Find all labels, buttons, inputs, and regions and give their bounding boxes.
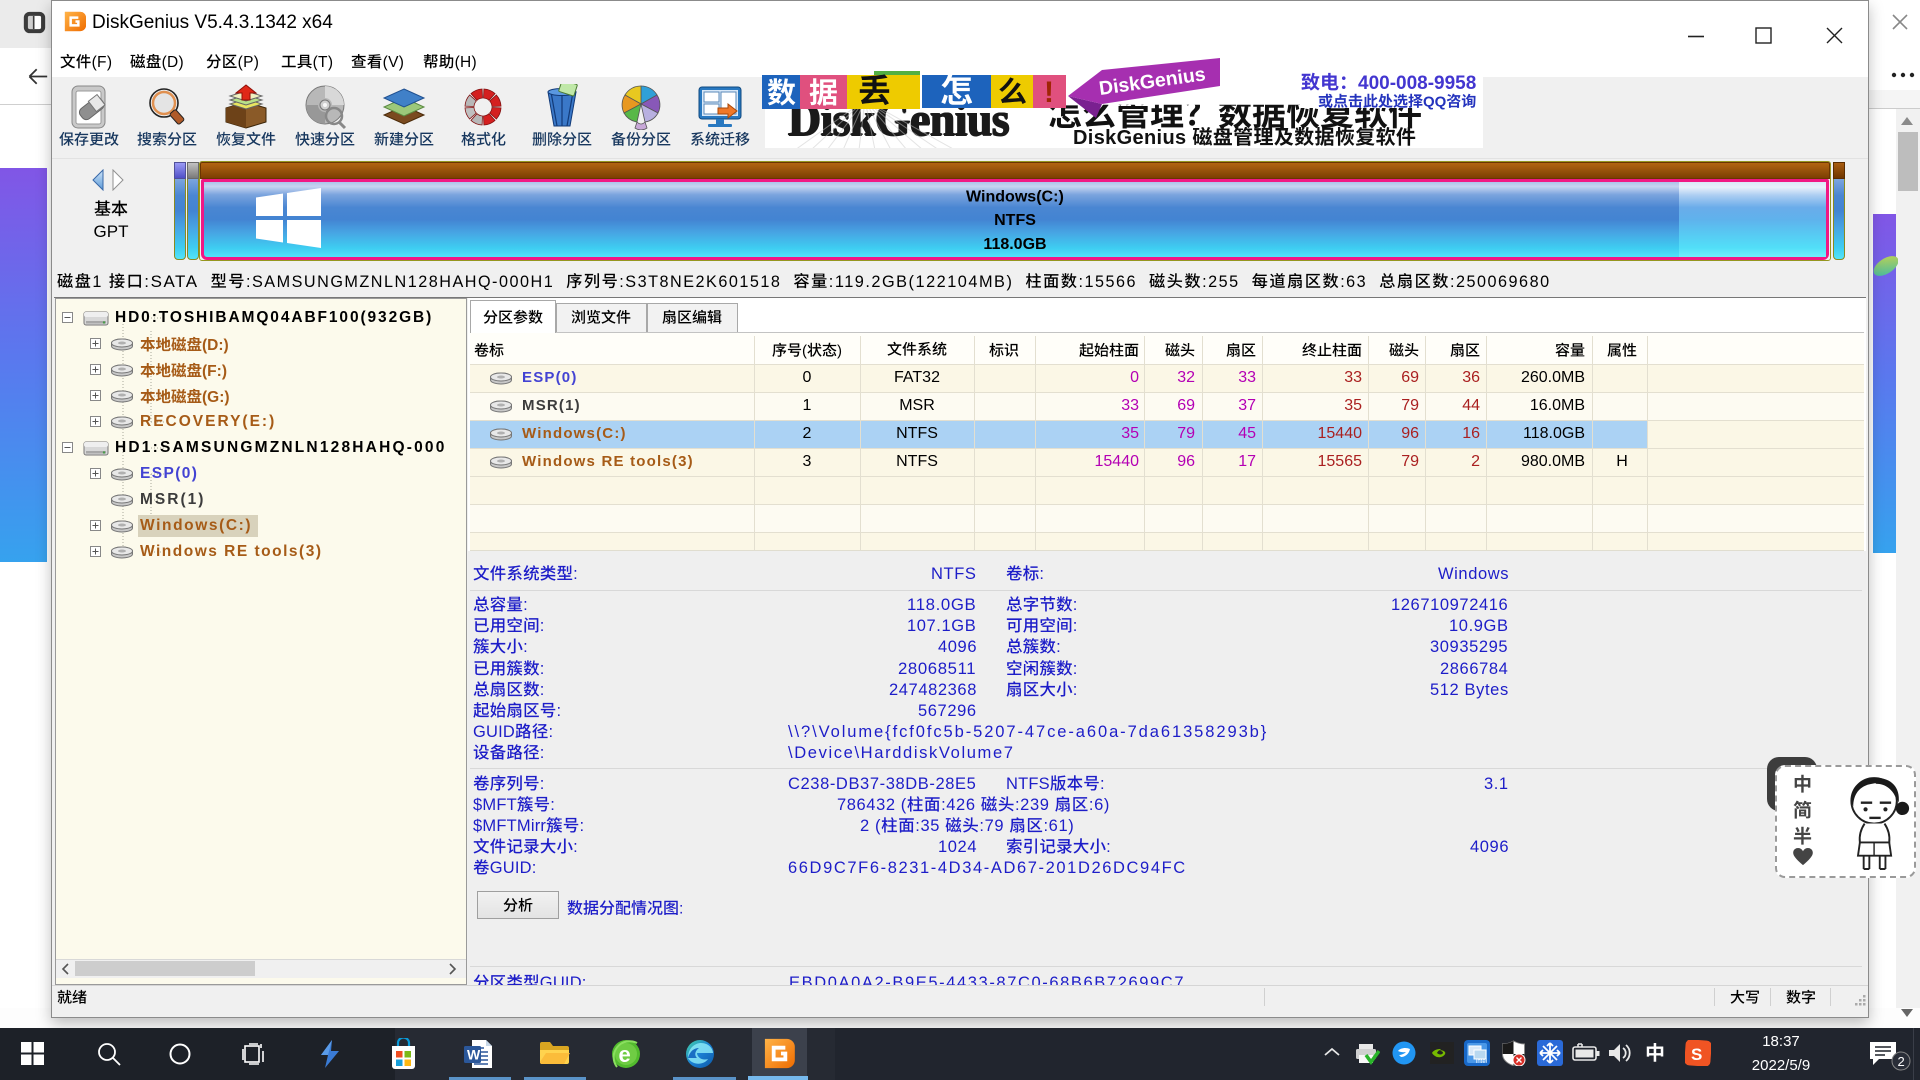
svg-text::426: :426	[941, 796, 976, 814]
svg-text::: :	[1073, 596, 1078, 614]
svg-text::: :	[1073, 617, 1078, 635]
svg-text::SAMSUNGMZNLN128HAHQ-000H1: :SAMSUNGMZNLN128HAHQ-000H1	[246, 273, 554, 291]
svg-text::: :	[1056, 638, 1061, 656]
svg-text:4096: 4096	[938, 638, 977, 656]
svg-text:(: (	[802, 342, 807, 359]
svg-text:(T): (T)	[313, 54, 334, 71]
svg-text:W: W	[467, 1047, 481, 1063]
svg-text:512 Bytes: 512 Bytes	[1430, 681, 1509, 699]
svg-text:2: 2	[1898, 1054, 1905, 1069]
svg-text:1: 1	[92, 273, 103, 291]
svg-text::SATA: :SATA	[144, 273, 198, 291]
svg-text::S3T8NE2K601518: :S3T8NE2K601518	[619, 273, 781, 291]
svg-text:(D): (D)	[162, 54, 184, 71]
svg-text::: :	[523, 596, 528, 614]
svg-text:(F): (F)	[92, 54, 113, 71]
svg-text:(H): (H)	[455, 54, 477, 71]
svg-text:GUID:: GUID:	[490, 859, 537, 877]
svg-text:3.1: 3.1	[1484, 775, 1509, 793]
svg-text:66D9C7F6-8231-4D34-AD67-201D26: 66D9C7F6-8231-4D34-AD67-201D26DC94FC	[788, 859, 1187, 877]
svg-text:DiskGenius: DiskGenius	[1073, 127, 1187, 149]
svg-text:247482368: 247482368	[889, 681, 977, 699]
svg-text::: :	[573, 565, 578, 583]
svg-text:): )	[837, 342, 842, 359]
svg-text::35: :35	[915, 817, 940, 835]
svg-text::79: :79	[979, 817, 1004, 835]
svg-text::: :	[1073, 681, 1078, 699]
svg-text::: :	[679, 901, 683, 918]
svg-text::61): :61)	[1044, 817, 1075, 835]
svg-text::: :	[540, 744, 545, 762]
svg-text::63: :63	[1340, 273, 1367, 291]
svg-text:Windows: Windows	[1438, 565, 1509, 583]
svg-text:4096: 4096	[1470, 838, 1509, 856]
svg-text::: :	[540, 660, 545, 678]
svg-text:30935295: 30935295	[1430, 638, 1508, 656]
svg-text::255: :255	[1202, 273, 1240, 291]
svg-text:126710972416: 126710972416	[1391, 596, 1508, 614]
svg-text:NTFS: NTFS	[1006, 775, 1050, 793]
svg-text:(V): (V)	[383, 54, 405, 71]
svg-text:(P): (P)	[238, 54, 260, 71]
svg-text:1024: 1024	[938, 838, 977, 856]
svg-text::6): :6)	[1089, 796, 1110, 814]
svg-text:e: e	[619, 1042, 631, 1067]
svg-text:Windows(C:): Windows(C:)	[966, 189, 1064, 206]
svg-text::: :	[523, 638, 528, 656]
svg-text:118.0GB: 118.0GB	[907, 596, 976, 614]
svg-text::: :	[1106, 838, 1111, 856]
svg-text::250069680: :250069680	[1450, 273, 1551, 291]
svg-text:C238-DB37-38DB-28E5: C238-DB37-38DB-28E5	[788, 775, 976, 793]
svg-text::239: :239	[1015, 796, 1050, 814]
svg-text:GUID: GUID	[473, 723, 515, 741]
svg-text:NTFS: NTFS	[931, 565, 977, 583]
svg-text:(D:): (D:)	[202, 337, 229, 354]
svg-text:(G:): (G:)	[202, 389, 230, 406]
svg-text:(F:): (F:)	[202, 363, 227, 380]
svg-text:10.9GB: 10.9GB	[1449, 617, 1509, 635]
svg-text:$MFTMirr: $MFTMirr	[473, 817, 546, 835]
svg-text:2 (: 2 (	[860, 817, 881, 835]
svg-text::15566: :15566	[1079, 273, 1138, 291]
svg-text::: :	[1100, 775, 1105, 793]
svg-text::: :	[1073, 660, 1078, 678]
svg-text::: :	[573, 838, 578, 856]
svg-text:$MFT: $MFT	[473, 796, 517, 814]
svg-text:28068511: 28068511	[898, 660, 976, 678]
svg-text:2866784: 2866784	[1440, 660, 1508, 678]
svg-text::: :	[550, 796, 555, 814]
svg-text:QQ: QQ	[1423, 93, 1447, 110]
svg-text:786432 (: 786432 (	[837, 796, 907, 814]
svg-text::: :	[1039, 565, 1044, 583]
svg-text::: :	[540, 775, 545, 793]
svg-text:\Device\HarddiskVolume7: \Device\HarddiskVolume7	[788, 744, 1015, 762]
svg-text::: :	[549, 723, 554, 741]
svg-text:567296: 567296	[918, 702, 977, 720]
svg-text::: :	[540, 617, 545, 635]
svg-text::119.2GB(122104MB): :119.2GB(122104MB)	[829, 273, 1014, 291]
svg-text::: :	[540, 681, 545, 699]
svg-text:107.1GB: 107.1GB	[907, 617, 976, 635]
svg-text::: :	[580, 817, 585, 835]
svg-text:\\?\Volume{fcf0fc5b-5207-47ce-: \\?\Volume{fcf0fc5b-5207-47ce-a60a-7da61…	[788, 723, 1268, 741]
svg-text::: :	[557, 702, 562, 720]
